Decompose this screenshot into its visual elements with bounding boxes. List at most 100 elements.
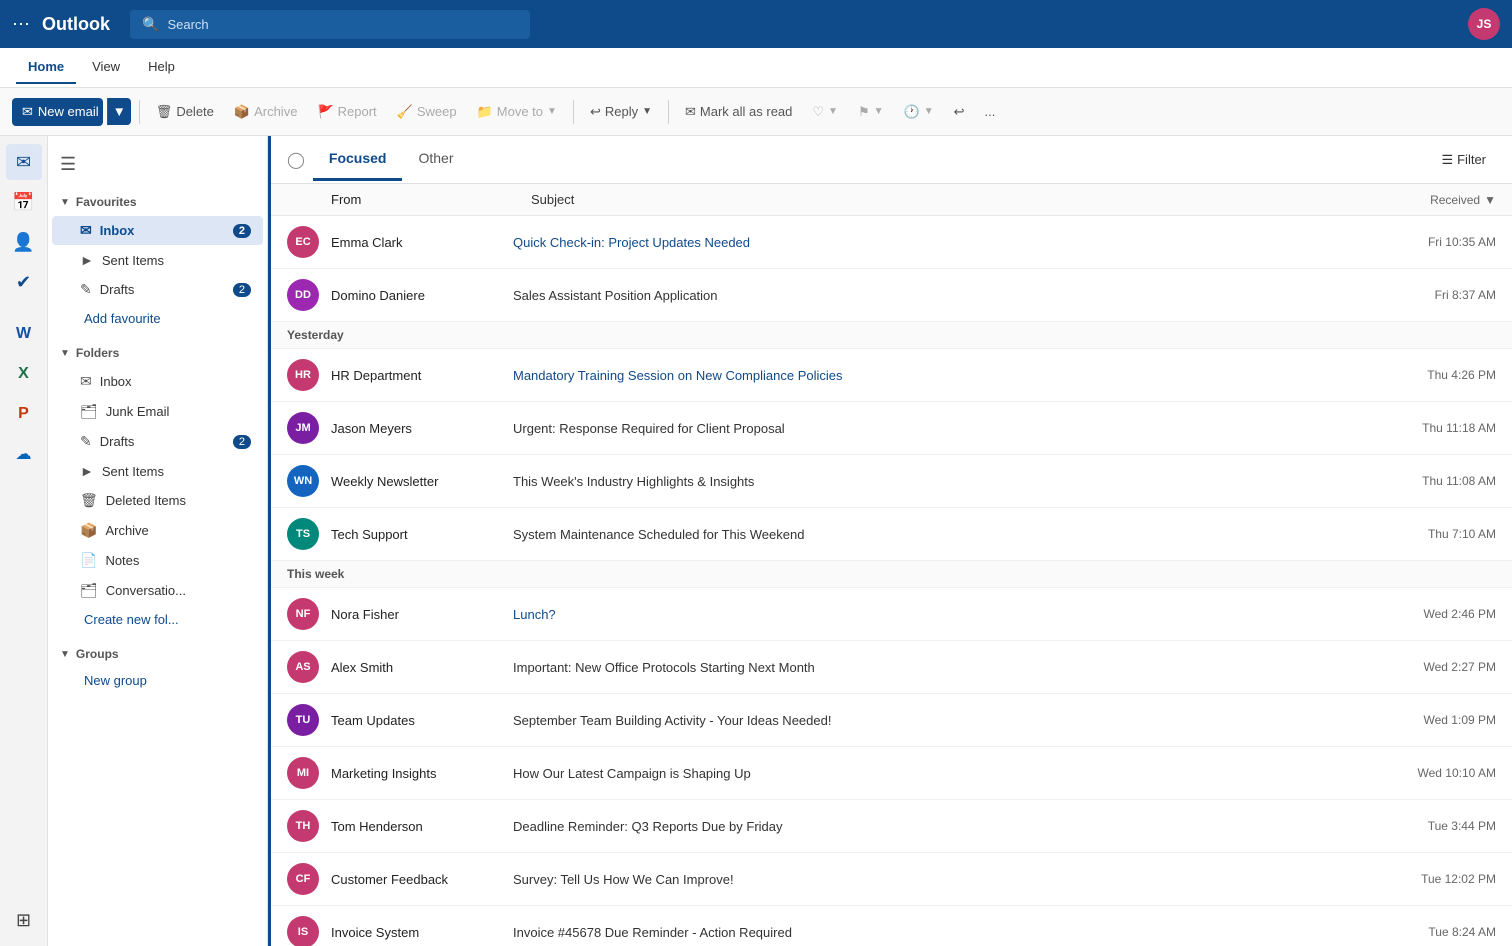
email-row[interactable]: JMJason MeyersUrgent: Response Required …: [271, 402, 1512, 455]
search-box[interactable]: 🔍: [130, 10, 530, 39]
create-new-folder-link[interactable]: Create new fol...: [48, 606, 267, 633]
add-favourite-link[interactable]: Add favourite: [48, 305, 267, 332]
email-row[interactable]: THTom HendersonDeadline Reminder: Q3 Rep…: [271, 800, 1512, 853]
sidebar-icon-onedrive[interactable]: ☁: [6, 436, 42, 472]
email-row[interactable]: ISInvoice SystemInvoice #45678 Due Remin…: [271, 906, 1512, 946]
email-from: Team Updates: [331, 713, 501, 728]
nav-item-sent-favourite[interactable]: ► Sent Items: [52, 246, 263, 274]
sidebar-icon-calendar[interactable]: 📅: [6, 184, 42, 220]
avatar: TH: [287, 810, 319, 842]
sidebar-icon-powerpoint[interactable]: P: [6, 396, 42, 432]
delete-button[interactable]: 🗑 Delete: [148, 98, 222, 126]
received-header[interactable]: Received ▼: [1356, 193, 1496, 207]
nav-item-inbox-folder[interactable]: ✉ Inbox: [52, 367, 263, 396]
folders-section[interactable]: ▼ Folders: [48, 340, 267, 366]
hamburger-menu[interactable]: ☰: [56, 150, 80, 179]
tab-home[interactable]: Home: [16, 51, 76, 84]
mail-icon: ✉: [22, 104, 33, 120]
groups-section[interactable]: ▼ Groups: [48, 641, 267, 667]
mark-all-read-button[interactable]: ✉ Mark all as read: [677, 98, 800, 126]
sidebar-icon-apps[interactable]: ⊞: [6, 902, 42, 938]
email-from: Invoice System: [331, 925, 501, 940]
email-row[interactable]: NFNora FisherLunch?Wed 2:46 PM: [271, 588, 1512, 641]
search-input[interactable]: [167, 17, 518, 32]
more-button[interactable]: ...: [977, 98, 1004, 125]
nav-item-junk[interactable]: 🗂 Junk Email: [52, 397, 263, 426]
email-row[interactable]: CFCustomer FeedbackSurvey: Tell Us How W…: [271, 853, 1512, 906]
avatar: EC: [287, 226, 319, 258]
reply-button[interactable]: ↩ Reply ▼: [582, 98, 660, 126]
email-row[interactable]: HRHR DepartmentMandatory Training Sessio…: [271, 349, 1512, 402]
email-row[interactable]: DDDomino DaniereSales Assistant Position…: [271, 269, 1512, 322]
nav-item-notes[interactable]: 📄 Notes: [52, 546, 263, 575]
new-email-button[interactable]: ✉ New email: [12, 98, 103, 126]
inbox-badge: 2: [233, 224, 251, 238]
snooze-button[interactable]: 🕐 ▼: [896, 98, 942, 126]
email-received: Tue 8:24 AM: [1366, 925, 1496, 939]
email-from: Tom Henderson: [331, 819, 501, 834]
sidebar-icon-tasks[interactable]: ✔: [6, 264, 42, 300]
report-button[interactable]: 🚩 Report: [309, 98, 384, 126]
drafts-label: Drafts: [100, 282, 135, 297]
nav-item-archive[interactable]: 📦 Archive: [52, 516, 263, 545]
report-icon: 🚩: [317, 104, 333, 120]
new-email-label: New email: [38, 104, 99, 119]
email-row[interactable]: TUTeam UpdatesSeptember Team Building Ac…: [271, 694, 1512, 747]
flag-button[interactable]: ⚑ ▼: [850, 98, 892, 126]
archive-icon: 📦: [234, 104, 250, 120]
email-row[interactable]: WNWeekly NewsletterThis Week's Industry …: [271, 455, 1512, 508]
email-row[interactable]: TSTech SupportSystem Maintenance Schedul…: [271, 508, 1512, 561]
groups-chevron: ▼: [60, 649, 70, 660]
filter-button[interactable]: ☰ Filter: [1431, 146, 1496, 174]
sidebar-icon-excel[interactable]: X: [6, 356, 42, 392]
tab-view[interactable]: View: [80, 51, 132, 84]
more-icon: ...: [985, 104, 996, 119]
sidebar-icon-word[interactable]: W: [6, 316, 42, 352]
user-avatar[interactable]: JS: [1468, 8, 1500, 40]
nav-item-drafts-favourite[interactable]: ✎ Drafts 2: [52, 275, 263, 304]
new-group-link[interactable]: New group: [48, 667, 267, 694]
email-from: Customer Feedback: [331, 872, 501, 887]
favourites-section[interactable]: ▼ Favourites: [48, 189, 267, 215]
apps-grid-icon[interactable]: ⋯: [12, 14, 30, 35]
nav-item-conversations[interactable]: 🗂 Conversatio...: [52, 576, 263, 605]
email-list: ECEmma ClarkQuick Check-in: Project Upda…: [271, 216, 1512, 946]
tab-focused[interactable]: Focused: [313, 138, 403, 181]
deleted-icon: 🗑: [80, 492, 98, 509]
avatar: CF: [287, 863, 319, 895]
undo-icon: ↩: [954, 104, 965, 120]
email-row[interactable]: MIMarketing InsightsHow Our Latest Campa…: [271, 747, 1512, 800]
folders-chevron: ▼: [60, 348, 70, 359]
select-all-check[interactable]: ◯: [287, 150, 305, 170]
sidebar-icon-people[interactable]: 👤: [6, 224, 42, 260]
email-subject: Lunch?: [513, 607, 1354, 622]
sweep-button[interactable]: 🧹 Sweep: [389, 98, 465, 126]
email-received: Thu 11:18 AM: [1366, 421, 1496, 435]
email-from: Jason Meyers: [331, 421, 501, 436]
reply-chevron: ▼: [642, 106, 652, 117]
email-subject: How Our Latest Campaign is Shaping Up: [513, 766, 1354, 781]
app-logo: Outlook: [42, 14, 110, 35]
drafts-icon: ✎: [80, 281, 92, 298]
move-to-chevron: ▼: [547, 106, 557, 117]
sidebar-icon-mail[interactable]: ✉: [6, 144, 42, 180]
tab-help[interactable]: Help: [136, 51, 187, 84]
move-to-button[interactable]: 📁 Move to ▼: [469, 98, 565, 126]
nav-item-sent-folder[interactable]: ► Sent Items: [52, 457, 263, 485]
nav-item-deleted[interactable]: 🗑 Deleted Items: [52, 486, 263, 515]
like-button[interactable]: ♡ ▼: [804, 98, 846, 126]
avatar: DD: [287, 279, 319, 311]
new-email-dropdown[interactable]: ▼: [107, 98, 131, 125]
email-row[interactable]: ASAlex SmithImportant: New Office Protoc…: [271, 641, 1512, 694]
tab-other[interactable]: Other: [402, 138, 469, 181]
nav-item-drafts-folder[interactable]: ✎ Drafts 2: [52, 427, 263, 456]
conversations-icon: 🗂: [80, 582, 98, 599]
archive-button[interactable]: 📦 Archive: [226, 98, 306, 126]
nav-item-inbox-favourite[interactable]: ✉ Inbox 2: [52, 216, 263, 245]
email-received: Wed 10:10 AM: [1366, 766, 1496, 780]
reply-icon: ↩: [590, 104, 601, 120]
sent-label: Sent Items: [102, 253, 164, 268]
email-row[interactable]: ECEmma ClarkQuick Check-in: Project Upda…: [271, 216, 1512, 269]
email-from: HR Department: [331, 368, 501, 383]
undo-button[interactable]: ↩: [946, 98, 973, 126]
